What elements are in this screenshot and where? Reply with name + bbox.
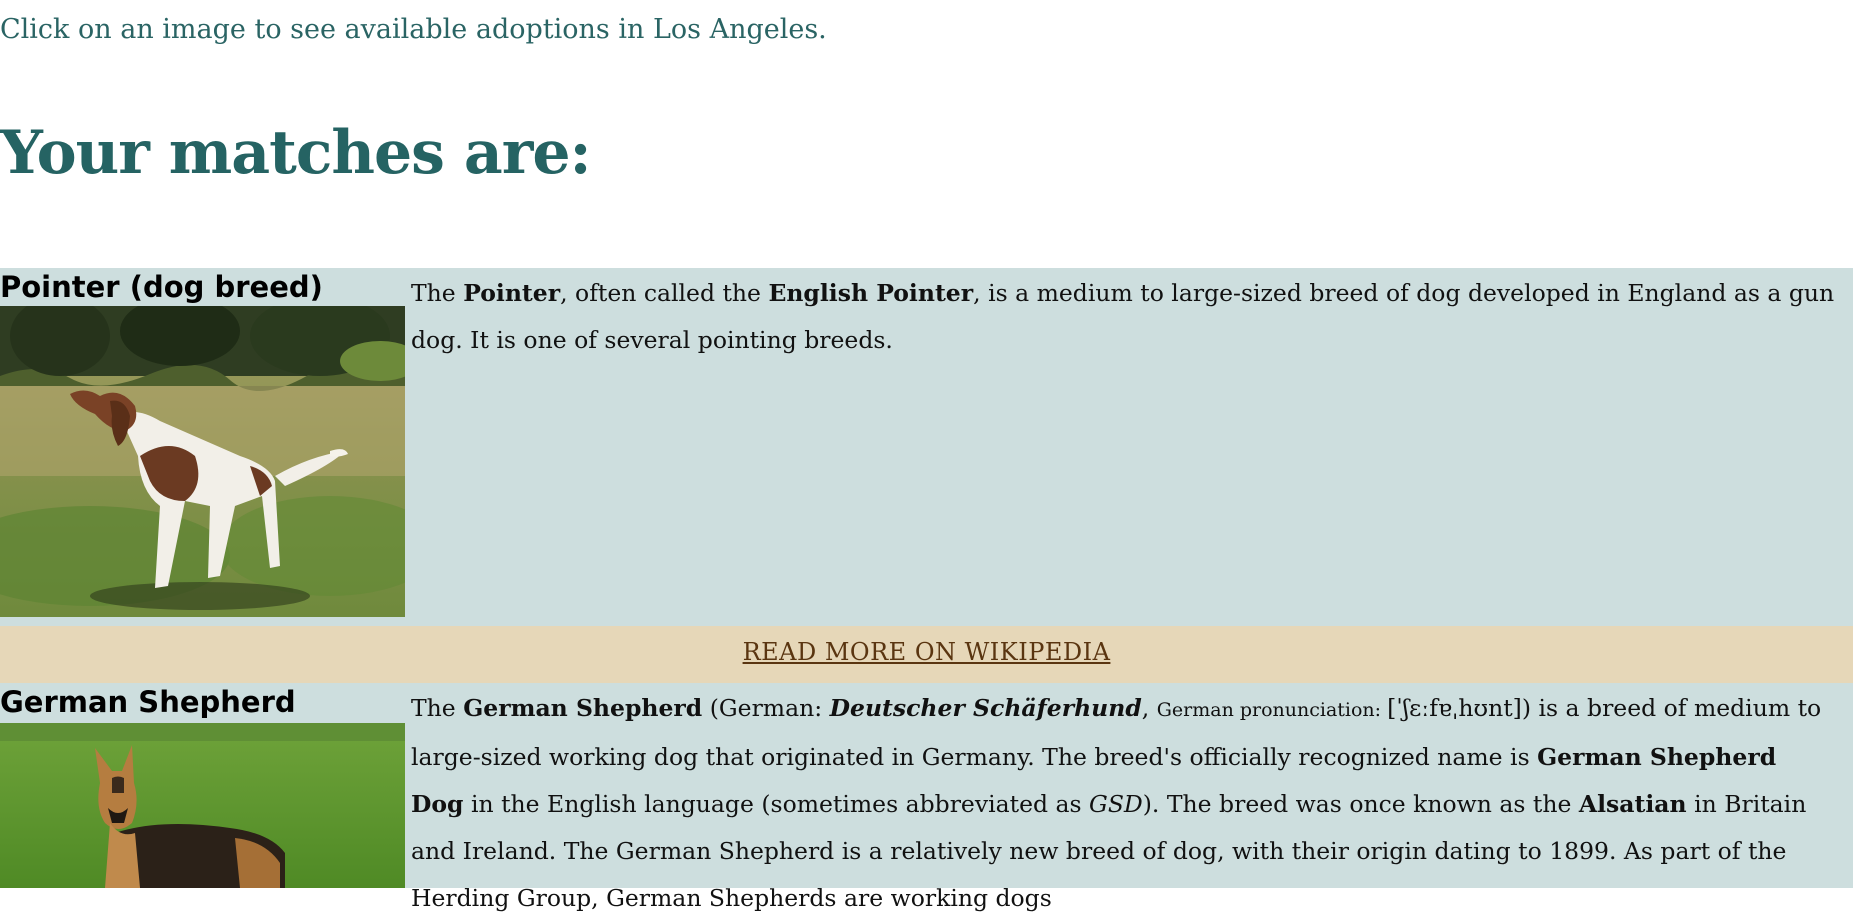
breed-name: German Shepherd <box>0 685 296 719</box>
intro-text: Click on an image to see available adopt… <box>0 14 827 45</box>
breed-description: The Pointer, often called the English Po… <box>411 279 1835 354</box>
page-title: Your matches are: <box>0 118 592 188</box>
match-card-german-shepherd: German Shepherd The German Shepherd (Ger… <box>0 683 1853 912</box>
read-more-wikipedia-link[interactable]: READ MORE ON WIKIPEDIA <box>743 638 1111 666</box>
breed-name: Pointer (dog breed) <box>0 270 323 304</box>
pointer-dog-photo[interactable] <box>0 306 405 617</box>
breed-description: The German Shepherd (German: Deutscher S… <box>411 694 1822 912</box>
read-more-bar: READ MORE ON WIKIPEDIA <box>0 626 1853 683</box>
match-card-pointer: Pointer (dog breed) The Pointer, often c… <box>0 268 1853 626</box>
german-shepherd-photo[interactable] <box>0 723 405 888</box>
